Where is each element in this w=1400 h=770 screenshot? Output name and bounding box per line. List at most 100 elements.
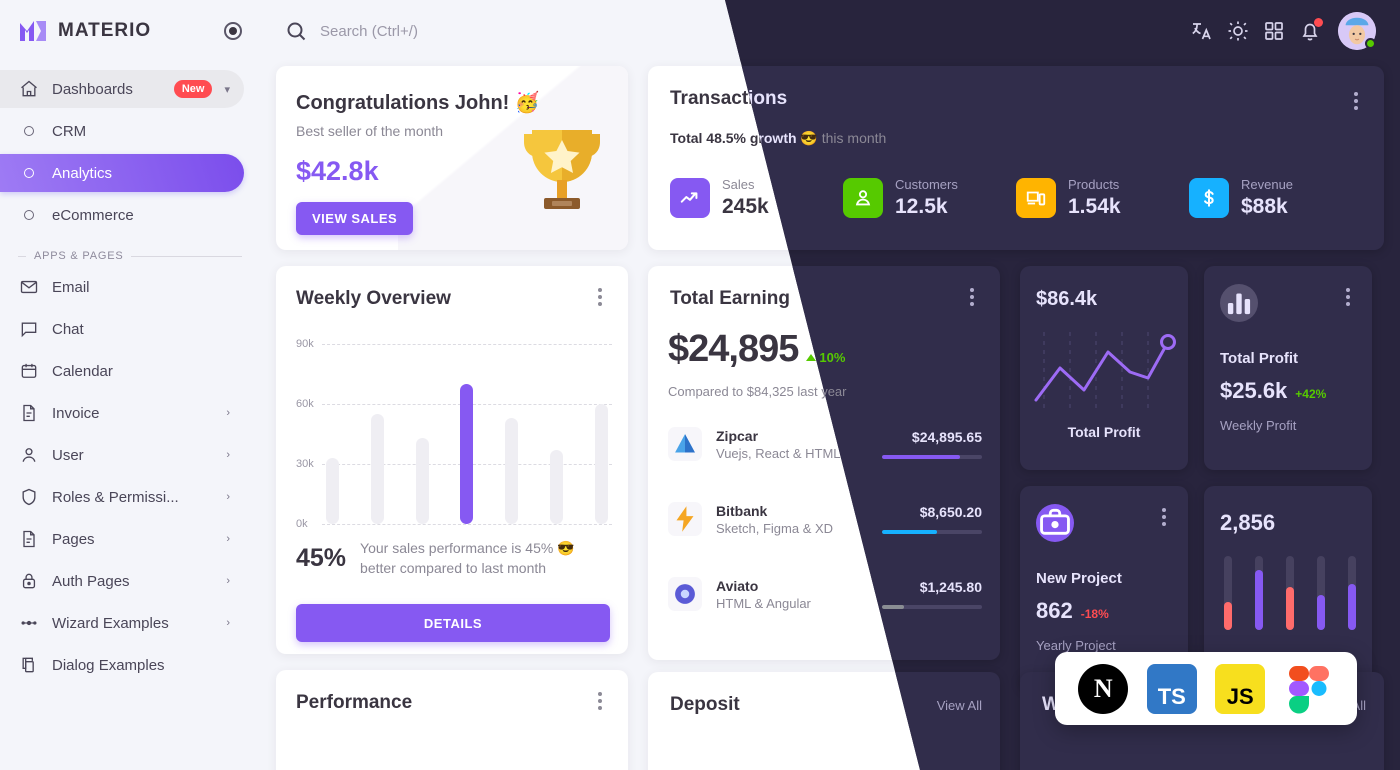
stat-label: Products	[1068, 177, 1120, 192]
sidebar-item-analytics[interactable]: Analytics	[0, 154, 244, 192]
page-icon	[18, 528, 40, 550]
sidebar-item-label: Wizard Examples	[52, 614, 169, 632]
triangle-up-icon	[806, 354, 817, 361]
invoice-icon	[18, 402, 40, 424]
translate-icon[interactable]	[1190, 19, 1214, 43]
item-price: $24,895.65	[911, 429, 982, 445]
materio-logo	[18, 19, 48, 43]
typescript-logo[interactable]: TS	[1146, 663, 1197, 714]
sidebar-section-apps-pages: APPS & PAGES	[18, 250, 242, 262]
bar	[1224, 556, 1232, 630]
bar	[326, 458, 339, 524]
notifications-bell-icon[interactable]	[1298, 18, 1323, 43]
wizard-dots-icon	[18, 612, 40, 634]
stat-products: Products 1.54k	[1016, 176, 1189, 219]
sidebar-item-user[interactable]: User ›	[0, 436, 244, 474]
profit-delta: +42%	[1295, 387, 1327, 401]
view-sales-button[interactable]: VIEW SALES	[296, 202, 414, 235]
search-input[interactable]	[320, 22, 740, 40]
project-sub: Yearly Project	[1036, 638, 1116, 653]
circle-icon	[18, 210, 40, 220]
collapse-circle-icon[interactable]	[224, 22, 242, 40]
total-earning-title: Total Earning	[670, 288, 790, 309]
weekly-note: Your sales performance is 45% 😎 better c…	[360, 540, 575, 577]
sidebar-item-calendar[interactable]: Calendar	[0, 352, 244, 390]
section-label: APPS & PAGES	[34, 250, 124, 262]
stat-value: 245k	[722, 195, 769, 218]
sidebar-item-invoice[interactable]: Invoice ›	[0, 394, 244, 432]
bar	[415, 438, 429, 524]
stat-customers: Customers 12.5k	[843, 176, 1016, 219]
bar	[370, 414, 384, 524]
sidebar-item-auth-pages[interactable]: Auth Pages ›	[0, 562, 244, 600]
bitbank-logo	[668, 502, 702, 536]
circle-icon	[18, 126, 40, 136]
more-vertical-icon[interactable]	[1346, 92, 1366, 110]
chevron-right-icon: ›	[226, 491, 230, 503]
more-vertical-icon[interactable]	[590, 692, 610, 710]
figma-logo[interactable]	[1284, 664, 1334, 714]
bar-highlight	[460, 384, 474, 524]
tech-stack-bar: N TS JS	[1055, 652, 1357, 725]
search-icon	[284, 19, 308, 43]
sidebar-item-label: Invoice	[52, 404, 100, 422]
sidebar-item-wizard-examples[interactable]: Wizard Examples ›	[0, 604, 244, 642]
weekly-overview-card: Weekly Overview 90k 60k 30k 0k 45% Your …	[276, 266, 628, 654]
more-vertical-icon[interactable]	[962, 288, 982, 306]
y-tick-0k: 0k	[296, 518, 308, 530]
bar	[1348, 556, 1356, 630]
sidebar-item-email[interactable]: Email	[0, 268, 244, 306]
devices-icon	[1016, 177, 1056, 218]
y-tick-30k: 30k	[296, 458, 314, 470]
user-avatar[interactable]	[1338, 12, 1376, 50]
sidebar-item-label: Calendar	[52, 362, 113, 380]
sidebar-item-chat[interactable]: Chat	[0, 310, 244, 348]
bar	[1255, 556, 1263, 630]
sidebar-item-roles-permissions[interactable]: Roles & Permissi... ›	[0, 478, 244, 516]
shield-icon	[18, 486, 40, 508]
sidebar-item-pages[interactable]: Pages ›	[0, 520, 244, 558]
item-tech: Sketch, Figma & XD	[716, 520, 834, 536]
copy-icon	[18, 654, 40, 676]
more-vertical-icon[interactable]	[1338, 288, 1358, 306]
brightness-icon[interactable]	[1226, 19, 1250, 43]
weekly-overview-title: Weekly Overview	[296, 288, 451, 309]
lock-icon	[18, 570, 40, 592]
stat-label: Customers	[895, 177, 958, 192]
aviato-logo	[668, 577, 702, 611]
y-tick-60k: 60k	[296, 398, 314, 410]
deposit-title: Deposit	[670, 694, 740, 715]
trophy-icon	[518, 118, 606, 218]
nextjs-logo[interactable]: N	[1078, 663, 1129, 714]
javascript-logo[interactable]: JS	[1215, 663, 1266, 714]
brand-name: MATERIO	[58, 20, 152, 41]
performance-card: Performance	[276, 670, 628, 770]
y-tick-90k: 90k	[296, 338, 314, 350]
performance-title: Performance	[296, 692, 413, 713]
sidebar-item-label: User	[52, 446, 84, 464]
brand: MATERIO	[0, 0, 260, 62]
sidebar-item-label: CRM	[52, 122, 87, 140]
apps-grid-icon[interactable]	[1262, 19, 1286, 43]
congrats-title: Congratulations John! 🥳	[296, 92, 540, 114]
project-label: New Project	[1036, 570, 1122, 587]
project-amount: 862	[1036, 598, 1073, 623]
sidebar-item-dialog-examples[interactable]: Dialog Examples	[0, 646, 244, 684]
sidebar-item-crm[interactable]: CRM	[0, 112, 244, 150]
chevron-right-icon: ›	[226, 533, 230, 545]
briefcase-icon	[1036, 504, 1074, 542]
circle-icon	[18, 168, 40, 178]
congratulations-card: Congratulations John! 🥳 Best seller of t…	[276, 66, 628, 250]
stat-value: $88k	[1241, 195, 1288, 218]
deposit-view-all-link[interactable]: View All	[937, 698, 982, 713]
details-button[interactable]: DETAILS	[296, 604, 610, 642]
more-vertical-icon[interactable]	[1154, 508, 1174, 526]
bar-chart-icon	[1220, 284, 1258, 322]
sidebar-item-label: Email	[52, 278, 90, 296]
chevron-right-icon: ›	[226, 617, 230, 629]
account-icon	[843, 177, 883, 218]
compared-text: Compared to $84,325 last year	[668, 384, 847, 399]
more-vertical-icon[interactable]	[590, 288, 610, 306]
sidebar-item-dashboards[interactable]: Dashboards New ▾	[0, 70, 244, 108]
sidebar-item-ecommerce[interactable]: eCommerce	[0, 196, 244, 234]
